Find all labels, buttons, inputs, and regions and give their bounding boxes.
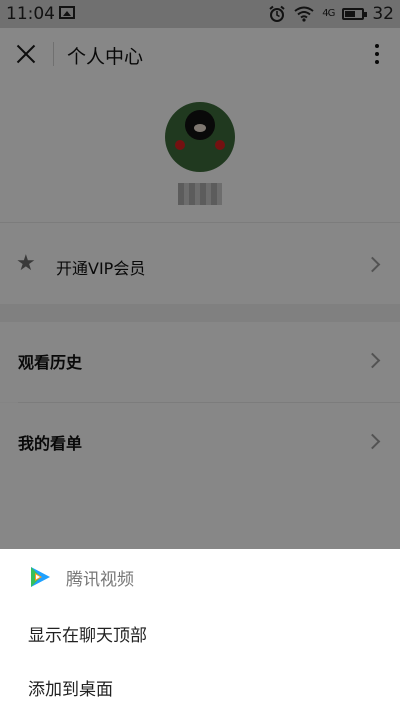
sheet-app-name: 腾讯视频 <box>66 569 134 590</box>
dim-overlay[interactable] <box>0 0 400 549</box>
sheet-header: 腾讯视频 <box>28 565 134 590</box>
bottom-sheet: 腾讯视频 显示在聊天顶部 添加到桌面 <box>0 549 400 711</box>
tencent-video-logo-icon <box>31 567 50 587</box>
personal-center-screen: 11:04 4G 32 个人中心 ★ 开通VIP会员 观看历史 我的看单 腾讯视… <box>0 0 400 711</box>
add-to-desktop-option[interactable]: 添加到桌面 <box>28 675 113 700</box>
show-at-chat-top-option[interactable]: 显示在聊天顶部 <box>28 621 147 646</box>
